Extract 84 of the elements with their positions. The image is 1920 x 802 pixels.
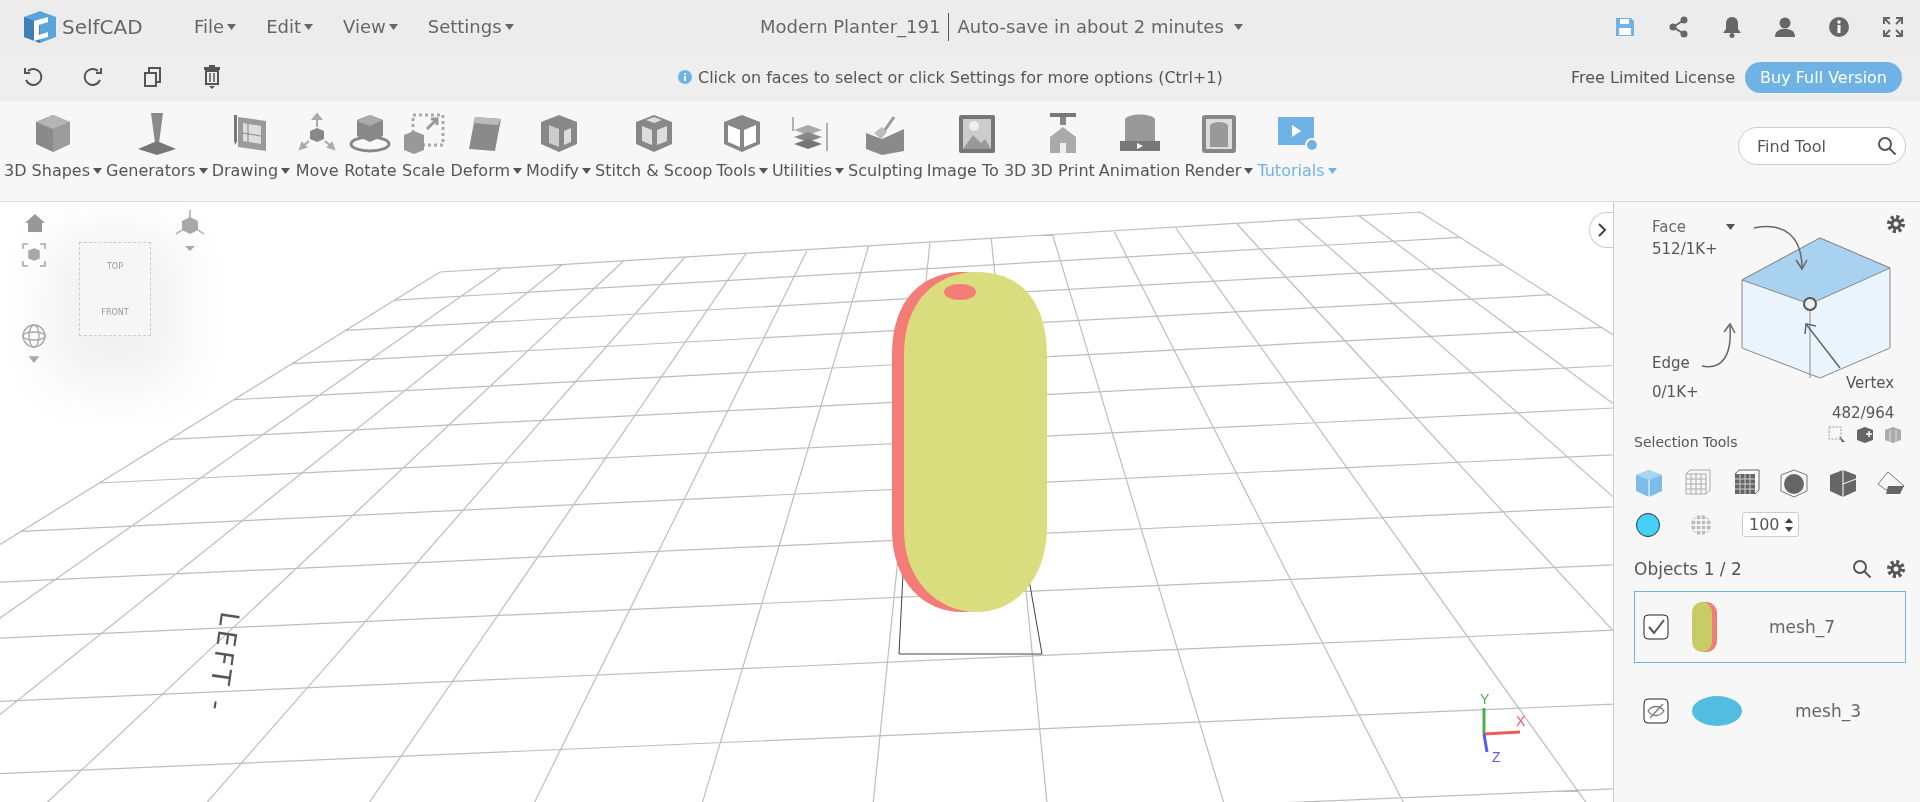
objects-label: Objects 1 / 2 bbox=[1634, 559, 1742, 579]
face-count: 512/1K+ bbox=[1652, 240, 1718, 258]
edge-label: Edge bbox=[1652, 354, 1690, 372]
vertex-count: 482/964 bbox=[1832, 404, 1895, 422]
caret-icon[interactable] bbox=[1244, 167, 1254, 174]
tool-button[interactable]: Utilities bbox=[771, 111, 845, 180]
caret-icon[interactable] bbox=[513, 167, 522, 174]
caret-icon[interactable] bbox=[1233, 23, 1243, 30]
hidden-eye-icon[interactable] bbox=[1643, 698, 1669, 724]
caret-icon[interactable] bbox=[582, 167, 592, 174]
caret-icon[interactable] bbox=[388, 23, 398, 30]
tool-button[interactable]: Render bbox=[1184, 111, 1254, 180]
tool-button[interactable]: Animation bbox=[1098, 111, 1181, 180]
tool-button[interactable]: Rotate bbox=[344, 111, 397, 180]
capsule-thumbnail bbox=[1691, 601, 1717, 653]
find-tool-field[interactable]: Find Tool bbox=[1738, 127, 1906, 165]
opacity-input[interactable]: 100 bbox=[1742, 512, 1799, 537]
trash-icon[interactable] bbox=[202, 64, 222, 90]
caret-icon[interactable] bbox=[304, 23, 313, 30]
tool-button[interactable]: Modify bbox=[526, 111, 592, 180]
menu-item[interactable]: Settings bbox=[427, 16, 514, 37]
vertex-label: Vertex bbox=[1846, 374, 1895, 392]
caret-icon[interactable] bbox=[504, 23, 514, 30]
caret-icon[interactable] bbox=[835, 167, 845, 174]
tool-button[interactable]: 3D Print bbox=[1030, 111, 1095, 180]
menu-item[interactable]: File bbox=[194, 16, 237, 37]
face-dropdown[interactable]: Face bbox=[1652, 218, 1735, 236]
info-icon bbox=[678, 70, 692, 84]
selection-tools-label: Selection Tools bbox=[1634, 434, 1738, 450]
undo-icon[interactable] bbox=[22, 66, 44, 88]
cube-face-label: FRONT bbox=[101, 307, 129, 317]
settings-icon[interactable] bbox=[1886, 214, 1906, 234]
object-name: mesh_7 bbox=[1769, 617, 1835, 637]
search-icon[interactable] bbox=[1877, 136, 1897, 156]
user-icon[interactable] bbox=[1774, 15, 1796, 38]
logo-text: SelfCAD bbox=[62, 14, 143, 39]
info-icon[interactable] bbox=[1828, 15, 1850, 38]
collapse-panel-button[interactable] bbox=[1589, 212, 1613, 248]
tool-button[interactable]: Sculpting bbox=[848, 111, 923, 180]
tool-button[interactable]: Generators bbox=[106, 111, 208, 180]
tool-button[interactable]: Tools bbox=[716, 111, 768, 180]
chevron-right-icon[interactable] bbox=[1596, 223, 1607, 237]
cube-add-icon[interactable] bbox=[1856, 426, 1874, 444]
object-list-item[interactable]: mesh_7 bbox=[1634, 591, 1906, 663]
pointer-arrow bbox=[1802, 320, 1842, 370]
hint-text: Click on faces to select or click Settings for more options (Ctrl+1) bbox=[698, 67, 1223, 87]
caret-icon[interactable] bbox=[93, 167, 103, 174]
redo-icon[interactable] bbox=[82, 66, 104, 88]
view-label: LEFT - bbox=[200, 609, 245, 716]
tool-button[interactable]: 3D Shapes bbox=[4, 111, 103, 180]
sphere-in-cube-icon[interactable] bbox=[1779, 468, 1810, 498]
tool-button[interactable]: Scale bbox=[400, 111, 447, 180]
bell-icon[interactable] bbox=[1722, 15, 1742, 38]
color-swatch[interactable] bbox=[1636, 512, 1660, 537]
tool-button[interactable]: Drawing bbox=[211, 111, 291, 180]
cube-face-label: TOP bbox=[107, 261, 123, 271]
menu-item[interactable]: Edit bbox=[266, 16, 313, 37]
box-select-icon[interactable] bbox=[1828, 426, 1846, 444]
object-list-item[interactable]: mesh_3 bbox=[1634, 675, 1906, 747]
share-icon[interactable] bbox=[1668, 15, 1690, 38]
split-cube-icon[interactable] bbox=[1827, 468, 1858, 498]
fullscreen-icon[interactable] bbox=[1882, 15, 1904, 38]
tool-button[interactable]: Image To 3D bbox=[926, 111, 1027, 180]
document-title: Modern Planter_191 bbox=[760, 16, 941, 37]
caret-icon[interactable] bbox=[281, 167, 291, 174]
home-icon[interactable] bbox=[24, 212, 46, 234]
tool-button[interactable]: Move bbox=[294, 111, 341, 180]
settings-icon[interactable] bbox=[1886, 559, 1906, 579]
disc-thumbnail bbox=[1691, 695, 1743, 727]
checkbox-checked-icon[interactable] bbox=[1643, 614, 1669, 640]
axis-gizmo-drawing: Y X Z bbox=[1468, 692, 1532, 766]
menu-item[interactable]: View bbox=[343, 16, 398, 37]
caret-icon[interactable] bbox=[758, 167, 768, 174]
copy-icon[interactable] bbox=[142, 66, 164, 88]
autosave-dropdown[interactable]: Auto-save in about 2 minutes bbox=[957, 16, 1243, 37]
object-name: mesh_3 bbox=[1795, 701, 1861, 721]
tool-button[interactable]: Stitch & Scoop bbox=[595, 111, 713, 180]
tool-button[interactable]: Deform bbox=[450, 111, 522, 180]
caret-icon[interactable] bbox=[198, 167, 208, 174]
caret-icon[interactable] bbox=[227, 23, 237, 30]
edge-count: 0/1K+ bbox=[1652, 383, 1699, 401]
caret-icon[interactable] bbox=[1725, 224, 1735, 230]
search-icon[interactable] bbox=[1852, 559, 1872, 579]
license-text: Free Limited License bbox=[1570, 67, 1736, 87]
